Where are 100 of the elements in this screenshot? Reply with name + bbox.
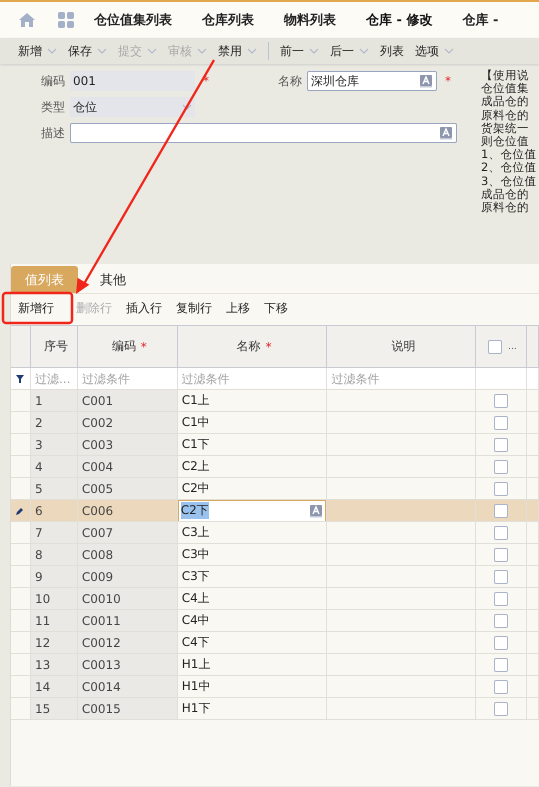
table-cell: 14 [30, 676, 78, 698]
field-label: 类型 [40, 98, 66, 116]
toolbar-button[interactable]: 列表 [380, 42, 404, 60]
table-cell: H1下 [178, 698, 328, 720]
table-cell: C0013 [78, 654, 178, 676]
checkbox[interactable] [494, 394, 508, 408]
cell-editor[interactable]: C2下 [178, 500, 326, 521]
table-cell: 12 [30, 632, 78, 654]
input-field[interactable] [70, 123, 457, 143]
home-icon[interactable] [18, 12, 36, 28]
checkbox[interactable] [494, 526, 508, 540]
filter-field[interactable]: 过滤... [30, 368, 77, 389]
toolbar-button[interactable]: 禁用 [218, 42, 257, 60]
input-field[interactable]: 001 [70, 71, 195, 91]
toolbar-button[interactable]: 后一 [330, 42, 369, 60]
dropdown-field[interactable]: 仓位 [70, 97, 195, 117]
required-mark: * [445, 74, 451, 88]
checkbox[interactable] [494, 636, 508, 650]
table-cell: C008 [78, 544, 178, 566]
checkbox[interactable] [488, 340, 502, 354]
row-action-button[interactable]: 复制行 [176, 300, 212, 316]
table-cell: 9 [30, 566, 78, 588]
table-cell: C009 [78, 566, 178, 588]
text-format-icon[interactable] [419, 74, 433, 88]
table-cell: 5 [30, 478, 78, 500]
checkbox[interactable] [494, 592, 508, 606]
table-row[interactable]: 10 C0010 C4上 [11, 588, 539, 610]
help-text: 【使用说 仓位值集 成品仓的 原料仓的 货架统一 则仓位值 1、仓位值 2、仓位值 3、仓位值 成品仓的 原料仓的 [480, 69, 536, 216]
table-row[interactable]: 13 C0013 H1上 [11, 654, 539, 676]
page-tab[interactable]: 仓位值集列表 [94, 11, 172, 29]
table-cell: 10 [30, 588, 78, 610]
table-row[interactable]: 6 C006 C2下 [11, 500, 539, 522]
page-tab[interactable]: 物料列表 [284, 11, 336, 29]
toolbar-button[interactable]: 前一 [280, 42, 319, 60]
table-cell: H1中 [178, 676, 328, 698]
table-cell: 1 [30, 390, 78, 412]
checkbox[interactable] [494, 460, 508, 474]
row-action-button[interactable]: 新增行 [18, 300, 54, 316]
table-cell: 3 [30, 434, 78, 456]
checkbox[interactable] [494, 702, 508, 716]
app-grid-icon[interactable] [58, 12, 74, 28]
table-row[interactable]: 12 C0012 C4下 [11, 632, 539, 654]
table-cell: C0011 [78, 610, 178, 632]
table-cell: C4下 [178, 632, 328, 654]
page-tab[interactable]: 仓库列表 [202, 11, 254, 29]
text-format-icon[interactable] [309, 504, 324, 518]
table-row[interactable]: 2 C002 C1中 [11, 412, 539, 434]
table-row[interactable]: 1 C001 C1上 [11, 390, 539, 412]
checkbox[interactable] [494, 438, 508, 452]
table-cell: C4上 [178, 588, 328, 610]
column-header[interactable]: 说明 [391, 338, 416, 355]
table-cell: C003 [78, 434, 178, 456]
row-action-button[interactable]: 上移 [226, 300, 250, 316]
table-row[interactable]: 4 C004 C2上 [11, 456, 539, 478]
checkbox[interactable] [494, 548, 508, 562]
checkbox[interactable] [494, 658, 508, 672]
selected-text: C2下 [180, 502, 209, 519]
row-action-button[interactable]: 下移 [264, 300, 288, 316]
page-tab[interactable]: 仓库 - [462, 11, 498, 29]
table-row[interactable]: 9 C009 C3下 [11, 566, 539, 588]
checkbox[interactable] [494, 504, 508, 518]
table-cell: 4 [30, 456, 78, 478]
table-cell: C1下 [178, 434, 328, 456]
table-cell: 15 [30, 698, 78, 720]
table-row[interactable]: 11 C0011 C4中 [11, 610, 539, 632]
page-tab[interactable]: 仓库 - 修改 [366, 11, 432, 29]
table-row[interactable]: 3 C003 C1下 [11, 434, 539, 456]
checkbox[interactable] [494, 614, 508, 628]
toolbar-button[interactable]: 新增 [18, 42, 57, 60]
required-mark: * [266, 340, 272, 354]
table-cell: C4中 [178, 610, 328, 632]
filter-icon[interactable] [16, 374, 24, 382]
checkbox[interactable] [494, 482, 508, 496]
table-cell: 7 [30, 522, 78, 544]
filter-field[interactable]: 过滤条件 [178, 368, 326, 389]
column-header[interactable]: 名称 [236, 338, 261, 355]
table-cell: C0015 [78, 698, 178, 720]
checkbox[interactable] [494, 680, 508, 694]
toolbar-button[interactable]: 保存 [68, 42, 107, 60]
table-row[interactable]: 8 C008 C3中 [11, 544, 539, 566]
panel-tab[interactable]: 其他 [96, 266, 130, 293]
column-header[interactable]: 编码 [112, 338, 136, 355]
filter-field[interactable]: 过滤条件 [327, 368, 476, 389]
table-cell: C005 [78, 478, 178, 500]
text-format-icon[interactable] [439, 126, 453, 140]
filter-field[interactable]: 过滤条件 [78, 368, 177, 389]
table-cell: 11 [30, 610, 78, 632]
row-action-button[interactable]: 插入行 [126, 300, 162, 316]
checkbox[interactable] [494, 416, 508, 430]
table-cell: C2上 [178, 456, 328, 478]
toolbar-button[interactable]: 选项 [415, 42, 454, 60]
table-cell: C3上 [178, 522, 328, 544]
field-label: 编码 [40, 72, 66, 90]
checkbox[interactable] [494, 570, 508, 584]
table-row[interactable]: 7 C007 C3上 [11, 522, 539, 544]
table-cell: C3下 [178, 566, 328, 588]
input-field[interactable]: 深圳仓库 [307, 71, 437, 91]
chevron-down-icon [182, 104, 192, 110]
table-row[interactable]: 14 C0014 H1中 [11, 676, 539, 698]
table-row[interactable]: 15 C0015 H1下 [11, 698, 539, 720]
